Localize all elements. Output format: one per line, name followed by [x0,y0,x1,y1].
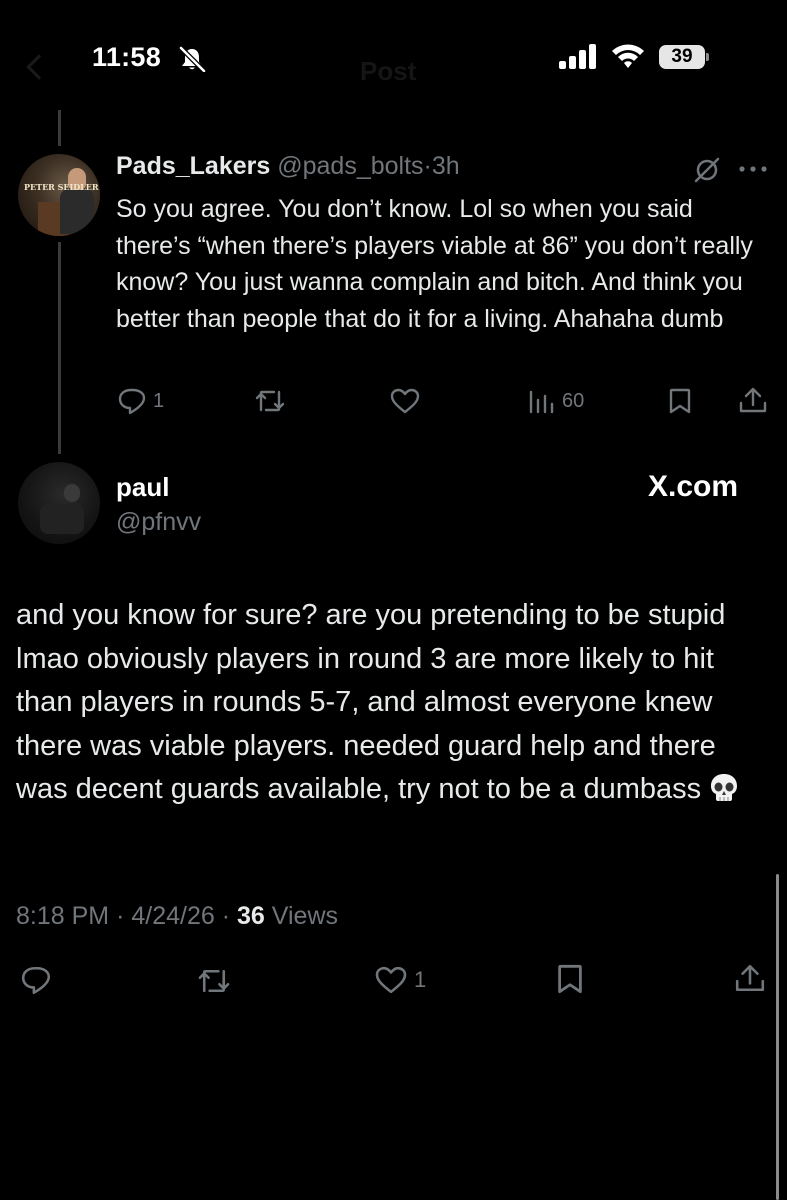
like-icon [375,966,407,994]
like-count: 1 [414,967,427,992]
retweet-icon [255,390,285,412]
avatar[interactable]: PETER SEIDLER [18,154,100,236]
views-icon [529,390,554,414]
author-handle[interactable]: @pfnvv [116,508,201,537]
status-bar: Post 11:58 39 [0,0,787,120]
bell-slash-icon [179,46,206,72]
views-label: Views [271,902,339,930]
reply-count: 1 [153,389,165,412]
views-count: 60 [562,389,585,412]
thread-line-top [58,110,61,146]
battery-level: 39 [659,45,705,69]
reply-tweet-text: So you agree. You don’t know. Lol so whe… [116,195,753,333]
views-count: 36 [237,902,265,930]
back-arrow-icon[interactable] [26,54,52,80]
reply-icon [118,388,146,415]
page-title: Post [360,56,417,86]
share-button[interactable] [738,386,768,414]
main-tweet-text: and you know for sure? are you pretendin… [16,594,761,812]
reply-time[interactable]: 3h [432,152,460,180]
status-time: 11:58 [92,42,162,72]
tweet-time[interactable]: 8:18 PM [16,902,109,930]
meta-separator: · [221,902,231,930]
share-icon [735,964,765,992]
views-button[interactable]: 60 [528,388,584,414]
signal-icon [559,44,596,69]
avatar-sign-text: PETER SEIDLER [24,182,99,192]
wifi-icon [612,44,644,68]
retweet-button[interactable] [196,968,232,994]
scrollbar[interactable] [776,874,779,1200]
watermark: X.com [648,470,739,503]
main-tweet-text-content: and you know for sure? are you pretendin… [16,599,726,806]
bookmark-icon [669,388,691,414]
share-button[interactable] [734,962,766,994]
like-button[interactable]: 1 [374,966,426,994]
like-icon [390,388,420,414]
reply-button[interactable] [20,965,52,995]
bookmark-button[interactable] [668,388,692,414]
reply-author-name[interactable]: Pads_Lakers [116,152,270,180]
like-button[interactable] [390,388,420,414]
tweet-meta: 8:18 PM · 4/24/26 · 36 Views [16,902,338,931]
more-icon[interactable] [738,162,768,176]
thread-line [58,242,61,454]
reply-button[interactable]: 1 [117,387,164,415]
header-separator: · [423,152,432,180]
grok-slash-icon[interactable] [694,157,720,183]
meta-separator: · [116,902,125,930]
retweet-icon [198,969,230,993]
battery-icon: 39 [659,45,709,69]
author-name[interactable]: paul [116,472,169,503]
reply-icon [21,966,51,995]
retweet-button[interactable] [254,389,286,413]
bookmark-icon [558,964,582,994]
reply-tweet-header: Pads_Lakers @pads_bolts·3h [116,152,460,181]
skull-icon [711,774,738,802]
reply-author-handle[interactable]: @pads_bolts [277,152,423,180]
bookmark-button[interactable] [556,964,584,994]
avatar[interactable] [18,462,100,544]
share-icon [739,387,767,413]
tweet-date[interactable]: 4/24/26 [131,902,214,930]
